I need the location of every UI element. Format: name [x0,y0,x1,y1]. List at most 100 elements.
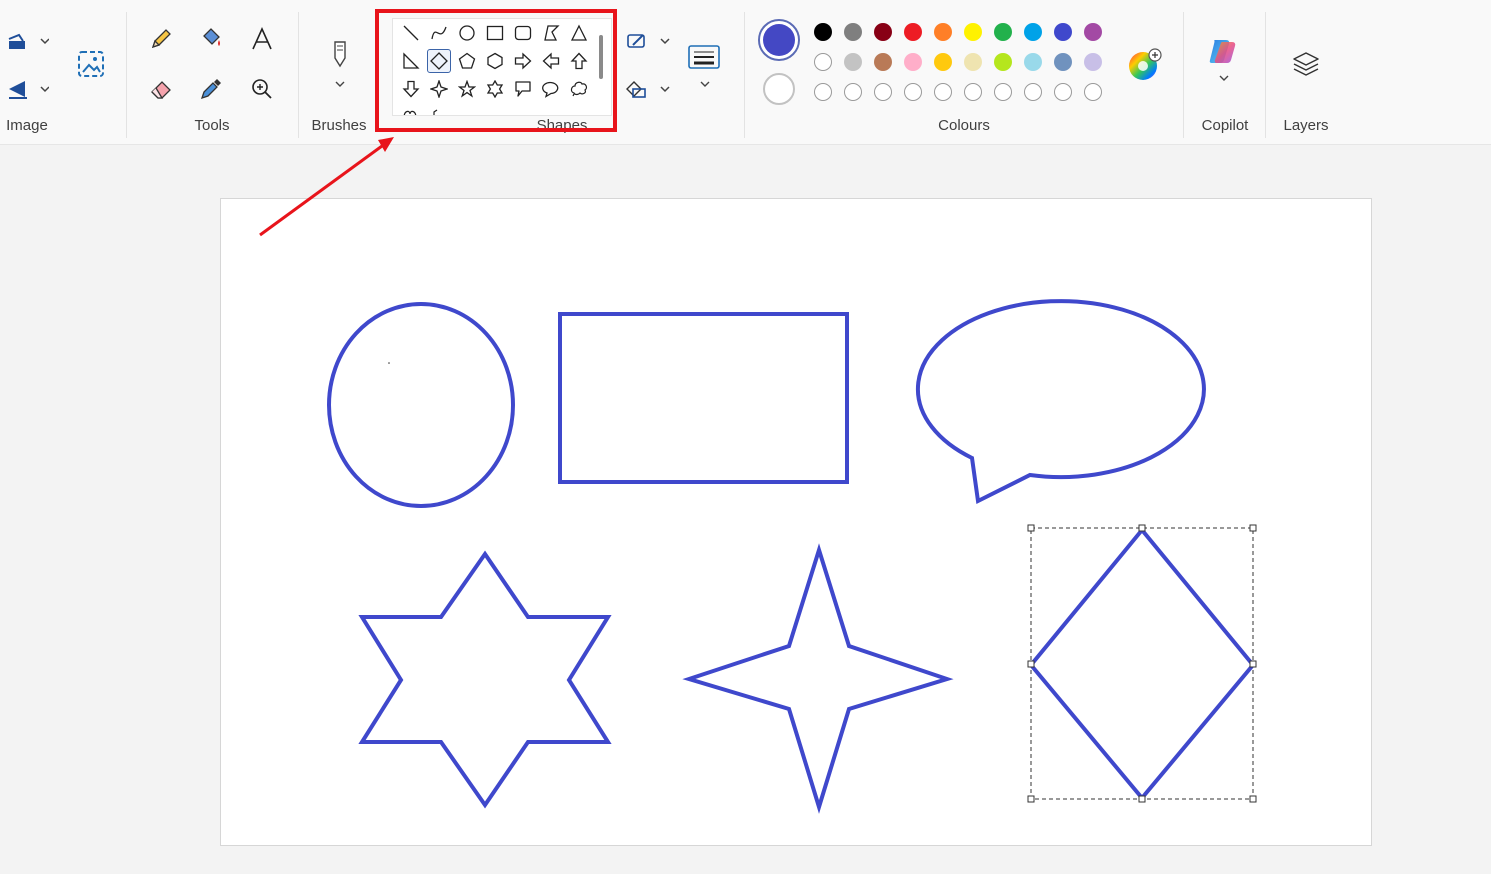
pentagon-icon[interactable] [455,49,479,73]
resize-handle[interactable] [1249,660,1257,668]
brush-icon[interactable] [322,36,358,92]
resize-handle[interactable] [1249,795,1257,803]
diamond-icon[interactable] [427,49,451,73]
curve-icon[interactable] [427,21,451,45]
divider [126,12,127,138]
stray-dot [388,362,390,364]
colour-swatch[interactable] [994,53,1012,71]
colour-swatch[interactable] [964,53,982,71]
cloud-callout-icon[interactable] [567,77,591,101]
colour-swatch[interactable] [904,53,922,71]
magnifier-icon[interactable] [245,72,279,106]
drawing-canvas[interactable] [220,198,1372,846]
colour-swatch[interactable] [904,23,922,41]
resize-handle[interactable] [1027,524,1035,532]
custom-colour-slot[interactable] [904,83,922,101]
custom-colour-slot[interactable] [844,83,862,101]
four-point-star-shape[interactable] [682,543,954,814]
flip-button[interactable] [2,72,52,106]
group-label-brushes: Brushes [311,117,367,134]
text-icon[interactable] [245,22,279,56]
rectangular-callout-icon[interactable] [511,77,535,101]
divider [298,12,299,138]
custom-colour-slot[interactable] [814,83,832,101]
colour-picker-icon[interactable] [194,72,228,106]
diamond-shape[interactable] [1028,526,1256,802]
colour-swatch[interactable] [814,23,832,41]
fill-bucket-icon[interactable] [194,22,228,56]
five-point-star-icon[interactable] [455,77,479,101]
layers-icon[interactable] [1287,46,1325,84]
colour-swatch[interactable] [964,23,982,41]
size-icon[interactable] [684,36,724,96]
resize-handle[interactable] [1249,524,1257,532]
primary-colour-button[interactable] [758,19,800,61]
colour-swatch[interactable] [874,53,892,71]
right-triangle-icon[interactable] [399,49,423,73]
group-label-shapes: Shapes [536,117,588,134]
rotate-button[interactable] [2,24,52,58]
custom-colour-slot[interactable] [1054,83,1072,101]
group-label-copilot: Copilot [1201,117,1249,134]
oval-icon[interactable] [455,21,479,45]
colour-swatch[interactable] [844,23,862,41]
custom-colour-slot[interactable] [934,83,952,101]
hexagon-icon[interactable] [483,49,507,73]
four-point-star-icon[interactable] [427,77,451,101]
divider [1183,12,1184,138]
group-label-image: Image [6,117,48,134]
eraser-icon[interactable] [144,72,178,106]
colour-swatch[interactable] [1024,23,1042,41]
down-arrow-icon[interactable] [399,77,423,101]
resize-handle[interactable] [1138,524,1146,532]
group-label-colours: Colours [938,117,990,134]
colour-swatch[interactable] [934,53,952,71]
line-icon[interactable] [399,21,423,45]
rectangle-shape[interactable] [558,312,849,484]
left-arrow-icon[interactable] [539,49,563,73]
colour-swatch[interactable] [1054,53,1072,71]
custom-colour-slot[interactable] [874,83,892,101]
shapes-gallery [392,18,612,116]
shape-outline-button[interactable] [622,24,672,58]
custom-colour-slot[interactable] [964,83,982,101]
up-arrow-icon[interactable] [567,49,591,73]
colour-swatch[interactable] [844,53,862,71]
six-point-star-shape[interactable] [358,550,612,809]
six-point-star-icon[interactable] [483,77,507,101]
copilot-icon[interactable] [1204,34,1244,90]
polygon-icon[interactable] [539,21,563,45]
more-shapes-row-icon [401,105,441,115]
oval-callout-icon[interactable] [539,77,563,101]
divider [744,12,745,138]
colour-swatch[interactable] [1024,53,1042,71]
resize-icon[interactable] [72,45,110,83]
resize-handle[interactable] [1027,660,1035,668]
rounded-rectangle-icon[interactable] [511,21,535,45]
pencil-icon[interactable] [144,22,178,56]
colour-swatch[interactable] [1084,53,1102,71]
shape-fill-button[interactable] [622,72,672,106]
resize-handle[interactable] [1138,795,1146,803]
custom-colour-slot[interactable] [1084,83,1102,101]
triangle-icon[interactable] [567,21,591,45]
oval-shape[interactable] [327,302,515,508]
right-arrow-icon[interactable] [511,49,535,73]
oval-callout-shape[interactable] [915,299,1206,505]
shapes-scrollbar[interactable] [599,35,603,79]
custom-colour-slot[interactable] [994,83,1012,101]
secondary-colour-button[interactable] [763,73,795,105]
colour-swatch[interactable] [1084,23,1102,41]
colour-swatch[interactable] [874,23,892,41]
colour-swatch[interactable] [934,23,952,41]
colour-swatch[interactable] [994,23,1012,41]
selection-box[interactable] [1027,524,1257,803]
colour-swatch[interactable] [1054,23,1072,41]
custom-colour-slot[interactable] [1024,83,1042,101]
canvas-drawing [327,299,1257,814]
resize-handle[interactable] [1027,795,1035,803]
edit-colours-icon[interactable] [1125,46,1163,84]
rectangle-icon[interactable] [483,21,507,45]
colour-swatch[interactable] [814,53,832,71]
primary-colour-swatch [763,24,795,56]
